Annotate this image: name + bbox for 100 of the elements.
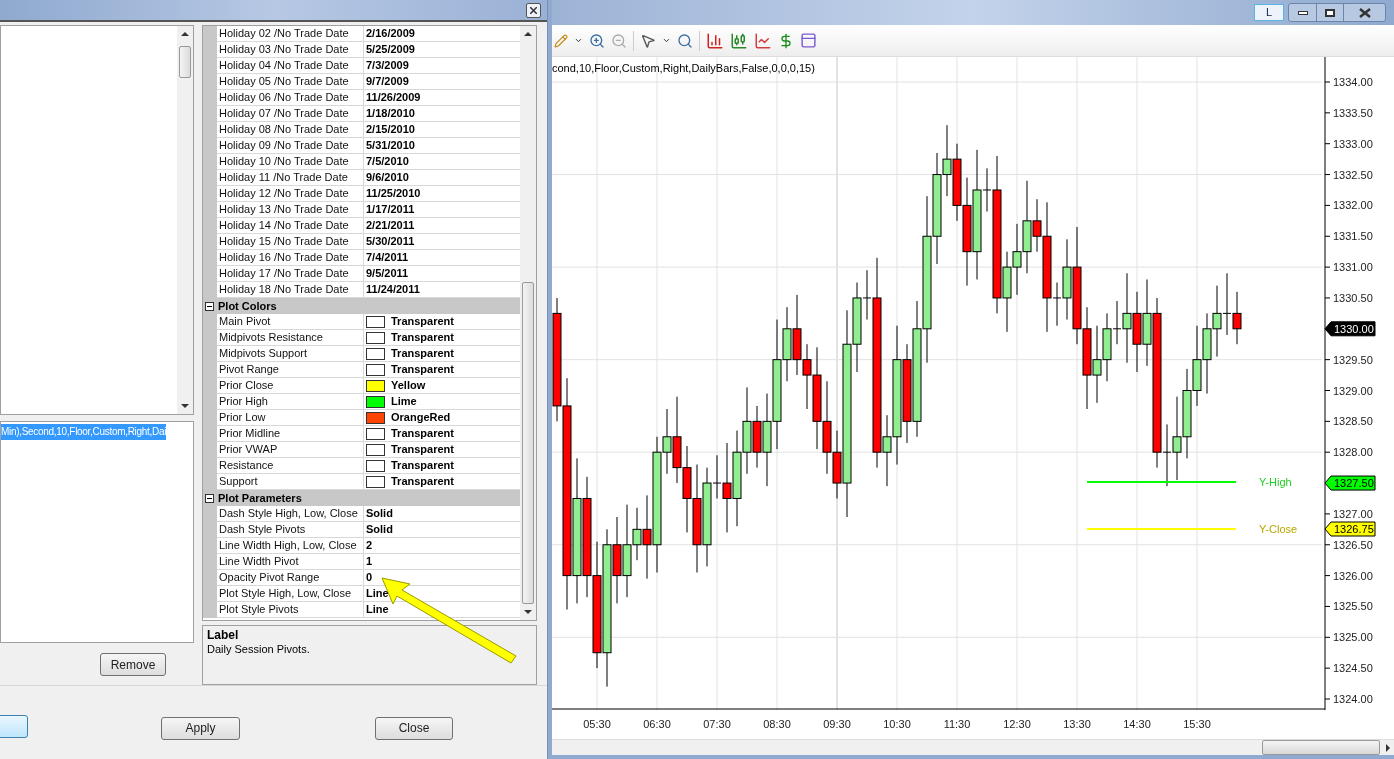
property-value[interactable]: 7/4/2011 <box>366 250 409 265</box>
property-name[interactable]: Holiday 04 /No Trade Date <box>217 58 364 74</box>
property-value[interactable]: Transparent <box>391 458 454 473</box>
property-value[interactable]: Solid <box>366 522 393 537</box>
property-name[interactable]: Holiday 12 /No Trade Date <box>217 186 364 202</box>
property-name[interactable]: Midpivots Resistance <box>217 330 364 346</box>
time-label: 05:30 <box>583 717 611 732</box>
property-name[interactable]: Prior Low <box>217 410 364 426</box>
property-value[interactable]: Transparent <box>391 330 454 345</box>
panel-icon[interactable] <box>800 32 817 49</box>
property-name[interactable]: Holiday 11 /No Trade Date <box>217 170 364 186</box>
property-value[interactable]: 1 <box>366 554 373 569</box>
property-name[interactable]: Holiday 06 /No Trade Date <box>217 90 364 106</box>
property-name[interactable]: Midpivots Support <box>217 346 364 362</box>
caret-icon[interactable] <box>574 36 583 45</box>
property-name[interactable]: Holiday 09 /No Trade Date <box>217 138 364 154</box>
apply-button[interactable]: Apply <box>161 716 240 740</box>
property-name[interactable]: Pivot Range <box>217 362 364 378</box>
property-value[interactable]: Transparent <box>391 346 454 361</box>
property-value[interactable]: Transparent <box>391 426 454 441</box>
property-name[interactable]: Resistance <box>217 458 364 474</box>
property-value[interactable]: OrangeRed <box>391 410 451 425</box>
price-label: 1324.50 <box>1333 662 1373 675</box>
scrollbar-thumb[interactable] <box>1262 740 1380 755</box>
property-name[interactable]: Plot Style High, Low, Close <box>217 586 364 602</box>
property-name[interactable]: Holiday 13 /No Trade Date <box>217 202 364 218</box>
pencil-icon[interactable] <box>554 33 568 48</box>
property-value[interactable]: Transparent <box>391 314 454 329</box>
search-icon[interactable] <box>677 32 693 49</box>
property-value[interactable]: Line <box>366 586 389 601</box>
scroll-right-icon[interactable] <box>1386 743 1390 752</box>
bar-chart-icon[interactable] <box>706 31 724 50</box>
price-label: 1326.50 <box>1333 538 1373 551</box>
candlestick-icon[interactable] <box>730 31 748 50</box>
property-name[interactable]: Prior Close <box>217 378 364 394</box>
property-name[interactable]: Opacity Pivot Range <box>217 570 364 586</box>
property-value[interactable]: 11/24/2011 <box>366 282 420 297</box>
property-name[interactable]: Holiday 07 /No Trade Date <box>217 106 364 122</box>
line-chart-icon[interactable] <box>754 31 772 50</box>
pointer-icon[interactable] <box>640 32 656 49</box>
pivot-label: Y-Close <box>1259 523 1298 535</box>
property-name[interactable]: Holiday 03 /No Trade Date <box>217 42 364 58</box>
property-value[interactable]: 2/16/2009 <box>366 26 415 41</box>
time-label: 06:30 <box>643 717 671 732</box>
property-name[interactable]: Holiday 05 /No Trade Date <box>217 74 364 90</box>
horizontal-scrollbar[interactable] <box>552 739 1394 759</box>
close-button[interactable]: Close <box>375 716 453 740</box>
collapse-icon[interactable] <box>205 493 214 503</box>
property-value[interactable]: 11/26/2009 <box>366 90 421 105</box>
property-value[interactable]: 11/25/2010 <box>366 186 421 201</box>
property-value[interactable]: 5/25/2009 <box>366 42 415 57</box>
property-value[interactable]: Transparent <box>391 442 454 457</box>
caret-icon[interactable] <box>662 36 671 45</box>
property-name[interactable]: Prior Midline <box>217 426 364 442</box>
property-value[interactable]: 0 <box>366 570 373 585</box>
row-header-cell <box>203 602 217 618</box>
property-name[interactable]: Prior VWAP <box>217 442 364 458</box>
property-name[interactable]: Plot Style Pivots <box>217 602 364 618</box>
zoom-in-icon[interactable] <box>589 32 605 49</box>
property-value[interactable]: Line <box>366 602 389 617</box>
property-name[interactable]: Holiday 02 /No Trade Date <box>217 26 364 42</box>
property-value[interactable]: 9/6/2010 <box>366 170 409 185</box>
property-value[interactable]: 9/5/2011 <box>366 266 409 281</box>
property-name[interactable]: Dash Style High, Low, Close <box>217 506 364 522</box>
property-value[interactable]: 7/3/2009 <box>366 58 409 73</box>
property-name[interactable]: Line Width High, Low, Close <box>217 538 364 554</box>
property-name[interactable]: Prior High <box>217 394 364 410</box>
property-value[interactable]: 5/30/2011 <box>366 234 415 249</box>
price-label: 1331.00 <box>1333 261 1373 274</box>
property-value[interactable]: Solid <box>366 506 393 521</box>
property-value[interactable]: 2 <box>366 538 373 553</box>
close-icon[interactable] <box>526 2 541 18</box>
property-name[interactable]: Holiday 16 /No Trade Date <box>217 250 364 266</box>
property-value[interactable]: Yellow <box>391 378 426 393</box>
property-value[interactable]: 1/18/2010 <box>366 106 415 121</box>
property-value[interactable]: Lime <box>391 394 417 409</box>
property-value[interactable]: Transparent <box>391 474 454 489</box>
row-header-cell <box>203 26 217 42</box>
property-name[interactable]: Main Pivot <box>217 314 364 330</box>
property-name[interactable]: Holiday 15 /No Trade Date <box>217 234 364 250</box>
property-value[interactable]: 7/5/2010 <box>366 154 409 169</box>
property-name[interactable]: Holiday 14 /No Trade Date <box>217 218 364 234</box>
property-name[interactable]: Holiday 17 /No Trade Date <box>217 266 364 282</box>
property-value[interactable]: 1/17/2011 <box>366 202 415 217</box>
mode-button[interactable]: L <box>1254 4 1284 21</box>
property-value[interactable]: 2/21/2011 <box>366 218 415 233</box>
vertical-scrollbar[interactable] <box>520 26 536 620</box>
price-label: 1329.00 <box>1333 384 1373 397</box>
property-name[interactable]: Holiday 10 /No Trade Date <box>217 154 364 170</box>
collapse-icon[interactable] <box>205 301 214 311</box>
property-name[interactable]: Dash Style Pivots <box>217 522 364 538</box>
property-value[interactable]: 9/7/2009 <box>366 74 409 89</box>
property-name[interactable]: Holiday 08 /No Trade Date <box>217 122 364 138</box>
remove-button[interactable]: Remove <box>100 653 166 676</box>
dollar-icon[interactable] <box>778 32 794 49</box>
vertical-scrollbar[interactable] <box>177 26 193 414</box>
property-value[interactable]: 2/15/2010 <box>366 122 415 137</box>
property-value[interactable]: 5/31/2010 <box>366 138 415 153</box>
property-name[interactable]: Line Width Pivot <box>217 554 364 570</box>
property-value[interactable]: Transparent <box>391 362 454 377</box>
